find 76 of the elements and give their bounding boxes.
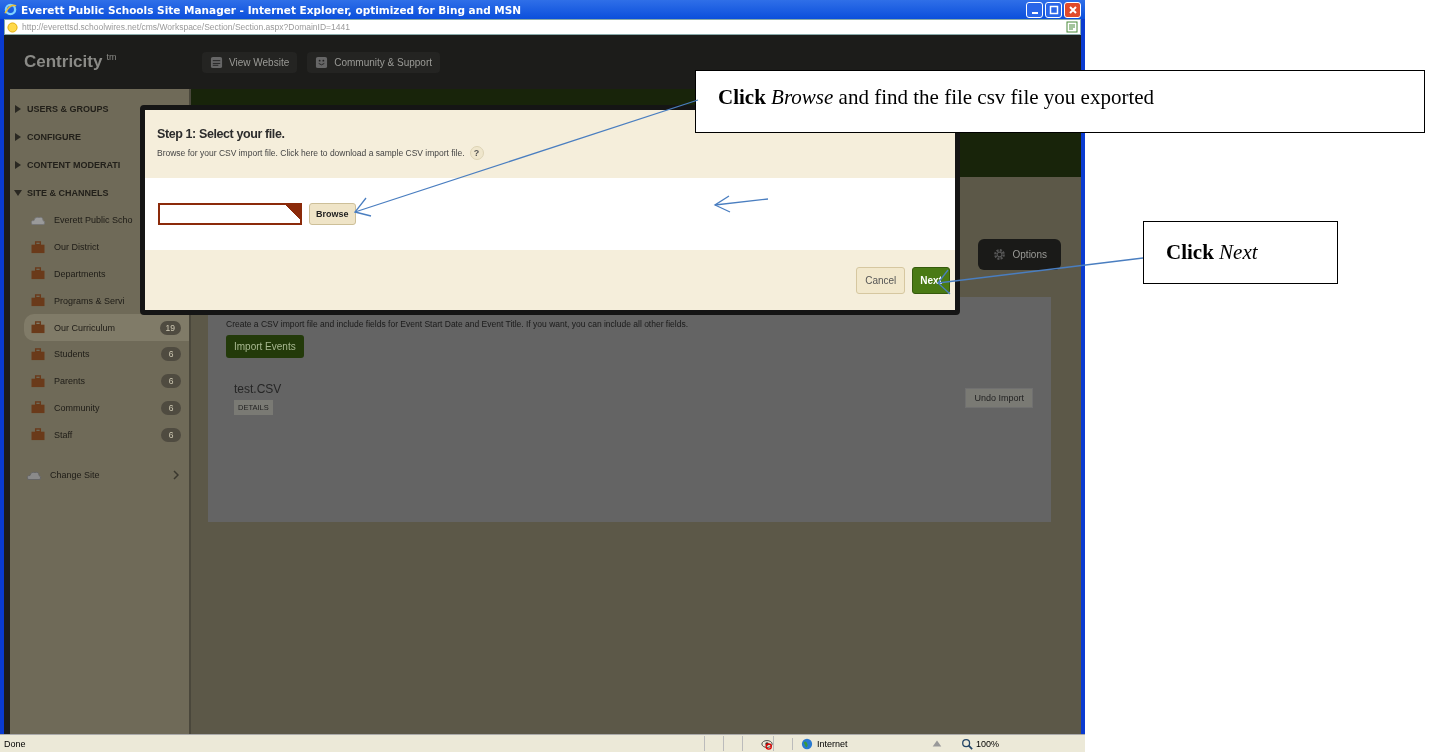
item-count: 6	[161, 347, 181, 362]
item-count: 6	[161, 427, 181, 442]
sidebar-item[interactable]: Our Curriculum 19	[24, 314, 189, 341]
app-logo: Centricity$^{tm}$	[24, 52, 118, 72]
nav-button[interactable]: Community & Support	[307, 51, 441, 73]
file-name: test.CSV	[234, 382, 282, 396]
right-triangle-icon	[14, 133, 22, 141]
maximize-button[interactable]	[1045, 1, 1062, 18]
item-count: 6	[161, 400, 181, 415]
dialog-description: Browse for your CSV import file. Click here to download a sample CSV import file.	[157, 148, 465, 158]
briefcase-icon	[30, 374, 46, 388]
callout-box: Click Next	[1143, 221, 1338, 284]
briefcase-icon	[30, 428, 46, 442]
document-icon	[210, 55, 223, 69]
close-button[interactable]	[1064, 1, 1081, 18]
page-icon	[7, 21, 18, 33]
down-triangle-icon	[14, 189, 22, 197]
window-title: Everett Public Schools Site Manager - Internet Explorer, optimized for Bing and MSN	[21, 3, 523, 16]
change-site-link[interactable]: Change Site	[10, 462, 189, 489]
globe-icon	[801, 737, 813, 750]
url-text: http://everettsd.schoolwires.net/cms/Workspace/Section/Section.aspx?DomainID=1441	[22, 22, 350, 32]
maximize-icon	[1048, 4, 1059, 15]
briefcase-icon	[30, 401, 46, 415]
minimize-button[interactable]	[1026, 1, 1043, 18]
briefcase-icon	[30, 347, 46, 361]
sidebar-section[interactable]: USERS & GROUPS	[10, 95, 189, 123]
options-button[interactable]: Options	[977, 239, 1061, 270]
item-count: 19	[159, 320, 181, 335]
item-label: Community	[54, 402, 100, 413]
briefcase-icon	[30, 321, 46, 335]
item-label: Our Curriculum	[54, 322, 115, 333]
sidebar-item[interactable]: Students 6	[10, 341, 189, 368]
smiley-icon	[315, 55, 329, 69]
magnifier-icon	[961, 737, 973, 750]
minimize-icon	[1031, 11, 1038, 14]
sidebar-item[interactable]: Our District	[10, 233, 189, 261]
briefcase-icon	[30, 267, 46, 281]
file-input-field[interactable]	[158, 203, 302, 225]
cancel-button[interactable]: Cancel	[856, 266, 906, 294]
compatibility-icon[interactable]	[1066, 21, 1078, 33]
sidebar-item[interactable]: Staff 6	[10, 421, 189, 449]
pointer-arrow	[713, 195, 769, 213]
chevron-icon	[173, 470, 179, 481]
item-label: Departments	[54, 269, 106, 279]
item-label: Programs & Servi	[54, 295, 125, 306]
sidebar-section[interactable]: SITE & CHANNELS	[10, 179, 189, 207]
briefcase-icon	[30, 240, 46, 254]
help-button[interactable]: ?	[469, 146, 484, 160]
callout-box: Click Browse and find the file csv file you exported	[695, 70, 1425, 133]
privacy-eye-icon	[761, 737, 773, 750]
import-events-button[interactable]: Import Events	[226, 335, 304, 358]
security-zone: Internet	[792, 737, 931, 750]
right-triangle-icon	[14, 161, 22, 169]
item-label: Everett Public Scho	[54, 215, 133, 226]
item-label: Parents	[54, 376, 86, 387]
sidebar-item[interactable]: Programs & Servi	[10, 287, 189, 315]
zoom-button[interactable]: 100%	[961, 737, 1010, 750]
close-icon	[1067, 4, 1078, 15]
sidebar-item[interactable]: Departments	[10, 260, 189, 288]
nav-button[interactable]: View Website	[202, 51, 298, 73]
browser-logo-icon	[4, 3, 17, 16]
undo-import-button[interactable]: Undo Import	[965, 388, 1033, 408]
dialog-title: Step 1: Select your file.	[157, 127, 286, 141]
item-label: Students	[54, 349, 90, 360]
briefcase-icon	[30, 294, 46, 308]
sidebar-item[interactable]: Parents 6	[10, 367, 189, 395]
item-count: 6	[161, 374, 181, 389]
status-text: Done	[3, 738, 27, 749]
item-label: Our District	[54, 242, 99, 253]
browse-button[interactable]: Browse	[309, 203, 356, 225]
sidebar-item[interactable]: Everett Public Scho	[10, 207, 189, 234]
sidebar-item[interactable]: Community 6	[10, 394, 189, 422]
address-bar[interactable]: http://everettsd.schoolwires.net/cms/Workspace/Section/Section.aspx?DomainID=1441	[4, 19, 1081, 35]
right-triangle-icon	[14, 105, 22, 113]
item-label: Staff	[54, 429, 73, 440]
settings-icon	[991, 247, 1007, 262]
